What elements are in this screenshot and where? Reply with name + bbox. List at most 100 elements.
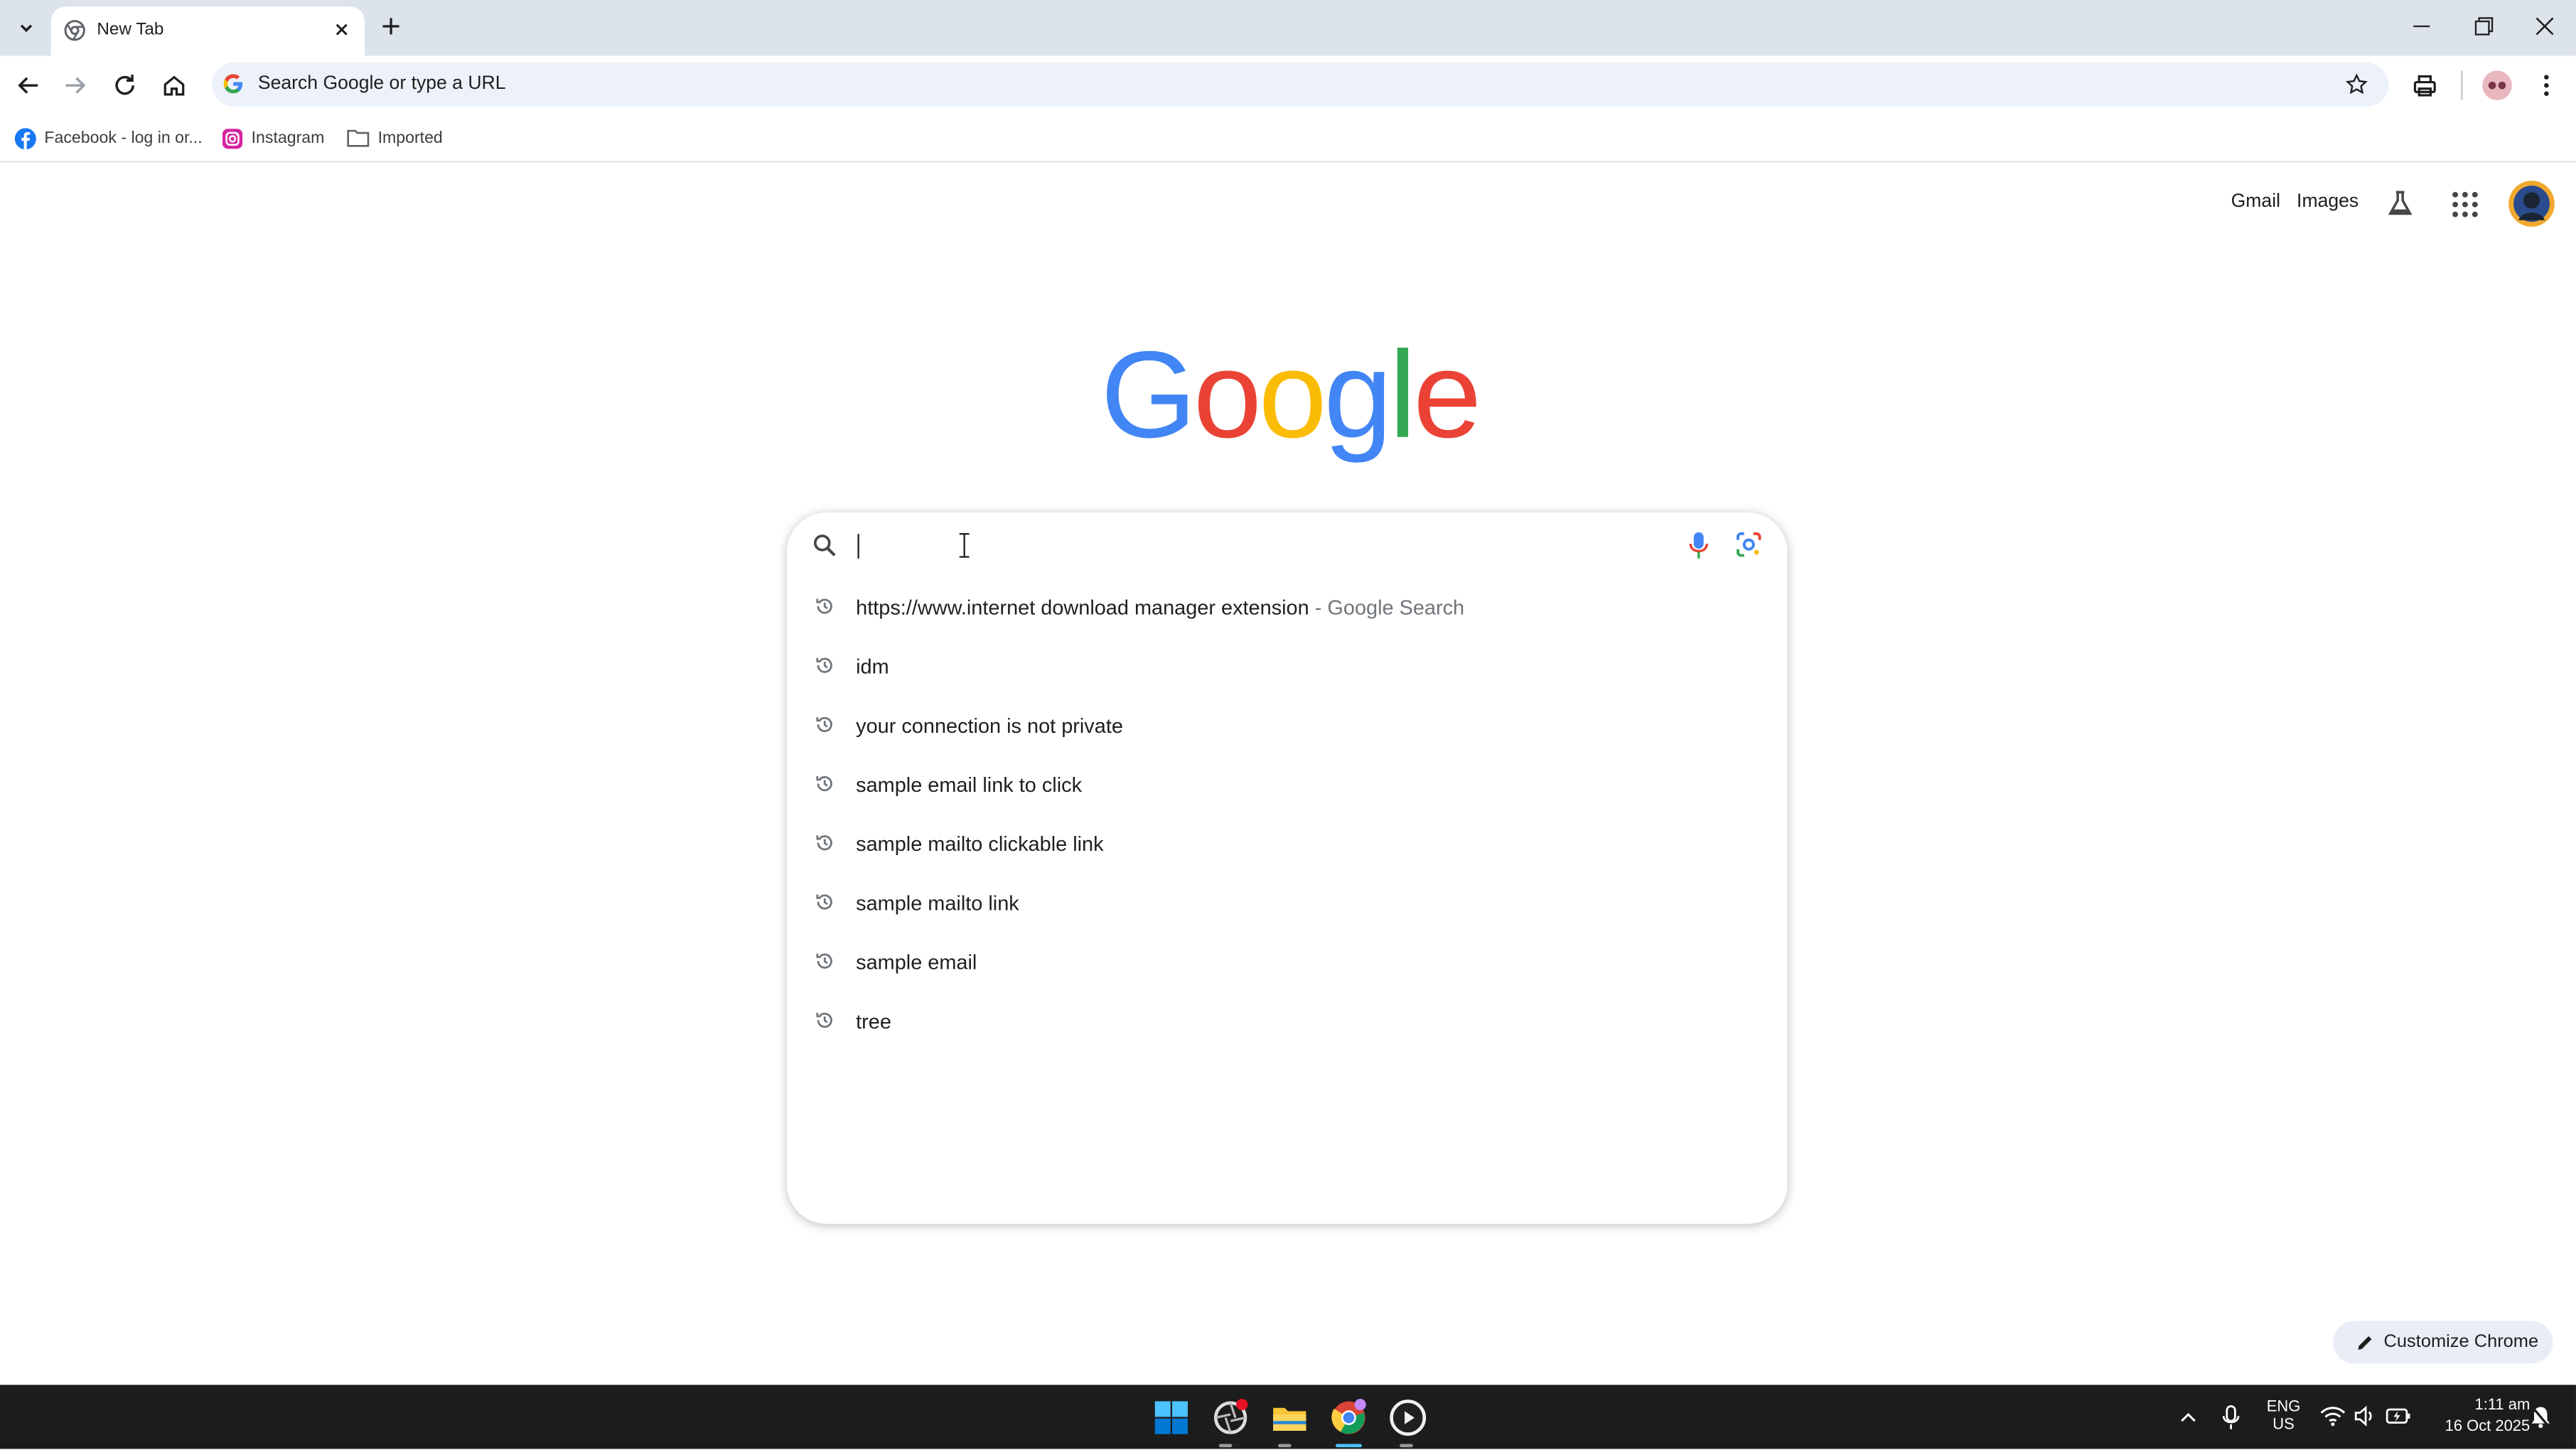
kebab-menu-icon[interactable] bbox=[2532, 70, 2562, 100]
history-icon bbox=[816, 1012, 832, 1029]
chevron-down-icon bbox=[20, 24, 33, 33]
suggestion-item[interactable]: sample email link to click bbox=[787, 756, 1788, 815]
apps-grid-icon[interactable] bbox=[2451, 190, 2479, 218]
suggestion-item[interactable]: https://www.internet download manager ex… bbox=[787, 579, 1788, 638]
account-avatar[interactable] bbox=[2508, 181, 2555, 227]
history-icon bbox=[816, 894, 832, 910]
tab-title: New Tab bbox=[97, 19, 164, 40]
home-icon[interactable] bbox=[159, 70, 189, 100]
clock[interactable]: 1:11 am 16 Oct 2025 bbox=[2425, 1396, 2531, 1436]
active-indicator bbox=[1336, 1444, 1362, 1448]
customize-label: Customize Chrome bbox=[2383, 1332, 2539, 1353]
print-icon[interactable] bbox=[2410, 70, 2440, 100]
new-tab-icon[interactable] bbox=[378, 13, 404, 39]
images-link[interactable]: Images bbox=[2297, 192, 2358, 212]
address-bar[interactable]: Search Google or type a URL bbox=[212, 62, 2389, 107]
battery-icon[interactable] bbox=[2386, 1406, 2412, 1426]
bookmark-label: Facebook - log in or... bbox=[44, 129, 203, 147]
google-logo-letter: g bbox=[1324, 325, 1392, 463]
suggestion-text: sample email link to click bbox=[856, 773, 1083, 797]
suggestion-text: sample mailto link bbox=[856, 891, 1019, 915]
close-window-icon[interactable] bbox=[2532, 13, 2558, 39]
search-icon bbox=[813, 535, 836, 557]
google-logo-letter: e bbox=[1413, 325, 1481, 463]
google-logo-letters: Google bbox=[1100, 323, 1482, 465]
google-logo-letter: l bbox=[1389, 325, 1416, 463]
account-avatar-icon bbox=[2513, 186, 2550, 222]
history-icon bbox=[816, 835, 832, 851]
back-icon[interactable] bbox=[13, 70, 43, 100]
suggestion-suffix: - Google Search bbox=[1314, 596, 1465, 620]
google-logo: Google bbox=[1100, 323, 1482, 465]
language-bottom: US bbox=[2272, 1416, 2295, 1434]
wifi-icon[interactable] bbox=[2319, 1405, 2346, 1427]
suggestion-text: sample mailto clickable link bbox=[856, 832, 1104, 856]
restore-icon[interactable] bbox=[2471, 13, 2497, 39]
profile-icon bbox=[2488, 81, 2506, 90]
history-icon bbox=[816, 775, 832, 792]
suggestion-text: tree bbox=[856, 1010, 891, 1033]
suggestion-item[interactable]: your connection is not private bbox=[787, 697, 1788, 756]
toolbar-divider bbox=[2461, 70, 2463, 100]
clock-date: 16 Oct 2025 bbox=[2444, 1417, 2531, 1436]
language-indicator[interactable]: ENG US bbox=[2260, 1398, 2307, 1434]
tab-new-tab[interactable]: New Tab bbox=[50, 6, 365, 56]
file-explorer-icon[interactable] bbox=[1270, 1398, 1309, 1437]
google-logo-letter: o bbox=[1193, 325, 1262, 463]
volume-icon[interactable] bbox=[2353, 1405, 2376, 1427]
chrome-taskbar-icon[interactable] bbox=[1329, 1398, 1368, 1437]
instagram-icon bbox=[222, 128, 243, 149]
bookmark-label: Imported bbox=[377, 129, 443, 147]
chevron-up-icon[interactable] bbox=[2177, 1406, 2199, 1429]
running-indicator bbox=[1278, 1444, 1292, 1448]
language-top: ENG bbox=[2266, 1397, 2301, 1417]
google-lens-icon[interactable] bbox=[1735, 531, 1763, 559]
running-indicator bbox=[1400, 1444, 1413, 1448]
bookmark-folder-imported[interactable]: Imported bbox=[347, 123, 443, 153]
bookmark-instagram[interactable]: Instagram bbox=[222, 123, 324, 153]
pencil-icon bbox=[2358, 1335, 2372, 1349]
chrome-icon bbox=[64, 20, 85, 41]
text-cursor-icon bbox=[959, 532, 970, 558]
gmail-link[interactable]: Gmail bbox=[2231, 192, 2280, 212]
suggestion-text: your connection is not private bbox=[856, 714, 1123, 738]
microphone-icon[interactable] bbox=[2221, 1405, 2241, 1431]
windows-start-icon[interactable] bbox=[1152, 1398, 1191, 1437]
suggestion-item[interactable]: tree bbox=[787, 992, 1788, 1051]
google-g-icon bbox=[223, 74, 243, 94]
toolbar: Search Google or type a URL bbox=[0, 55, 2576, 115]
customize-chrome-button[interactable]: Customize Chrome bbox=[2332, 1321, 2553, 1364]
google-logo-letter: G bbox=[1100, 325, 1197, 463]
profile-avatar[interactable] bbox=[2482, 70, 2512, 100]
bookmark-star-icon[interactable] bbox=[2344, 72, 2369, 97]
history-icon bbox=[816, 657, 832, 673]
tab-search-button[interactable] bbox=[9, 10, 45, 46]
suggestion-text: sample email bbox=[856, 951, 977, 974]
camera-app-icon[interactable] bbox=[1211, 1398, 1250, 1437]
clock-time: 1:11 am bbox=[2474, 1396, 2531, 1414]
suggestion-item[interactable]: sample mailto clickable link bbox=[787, 815, 1788, 874]
history-icon bbox=[816, 716, 832, 732]
suggestion-item[interactable]: sample email bbox=[787, 933, 1788, 992]
notification-bell-icon[interactable] bbox=[2530, 1405, 2551, 1429]
voice-search-icon[interactable] bbox=[1687, 531, 1710, 561]
suggestion-item[interactable]: sample mailto link bbox=[787, 874, 1788, 933]
forward-icon[interactable] bbox=[61, 70, 91, 100]
search-input-caret[interactable] bbox=[857, 534, 859, 559]
new-tab-page: Gmail Images Google https://www.internet… bbox=[0, 162, 2576, 1385]
labs-flask-icon[interactable] bbox=[2386, 189, 2415, 219]
suggestion-item[interactable]: idm bbox=[787, 638, 1788, 697]
bookmark-label: Instagram bbox=[251, 129, 325, 147]
google-logo-letter: o bbox=[1258, 325, 1327, 463]
suggestion-text: idm bbox=[856, 655, 889, 679]
taskbar: ENG US 1:11 am 16 Oct 2025 bbox=[0, 1385, 2576, 1449]
media-player-icon[interactable] bbox=[1388, 1398, 1427, 1437]
running-indicator bbox=[1218, 1444, 1233, 1448]
minimize-icon[interactable] bbox=[2408, 13, 2435, 39]
bookmark-facebook[interactable]: Facebook - log in or... bbox=[14, 123, 203, 153]
reload-icon[interactable] bbox=[110, 70, 140, 100]
folder-icon bbox=[347, 129, 370, 147]
search-dropdown: https://www.internet download manager ex… bbox=[787, 512, 1788, 1224]
close-tab-icon[interactable] bbox=[331, 18, 353, 41]
bookmarks-bar: Facebook - log in or... Instagram Import… bbox=[0, 114, 2576, 163]
